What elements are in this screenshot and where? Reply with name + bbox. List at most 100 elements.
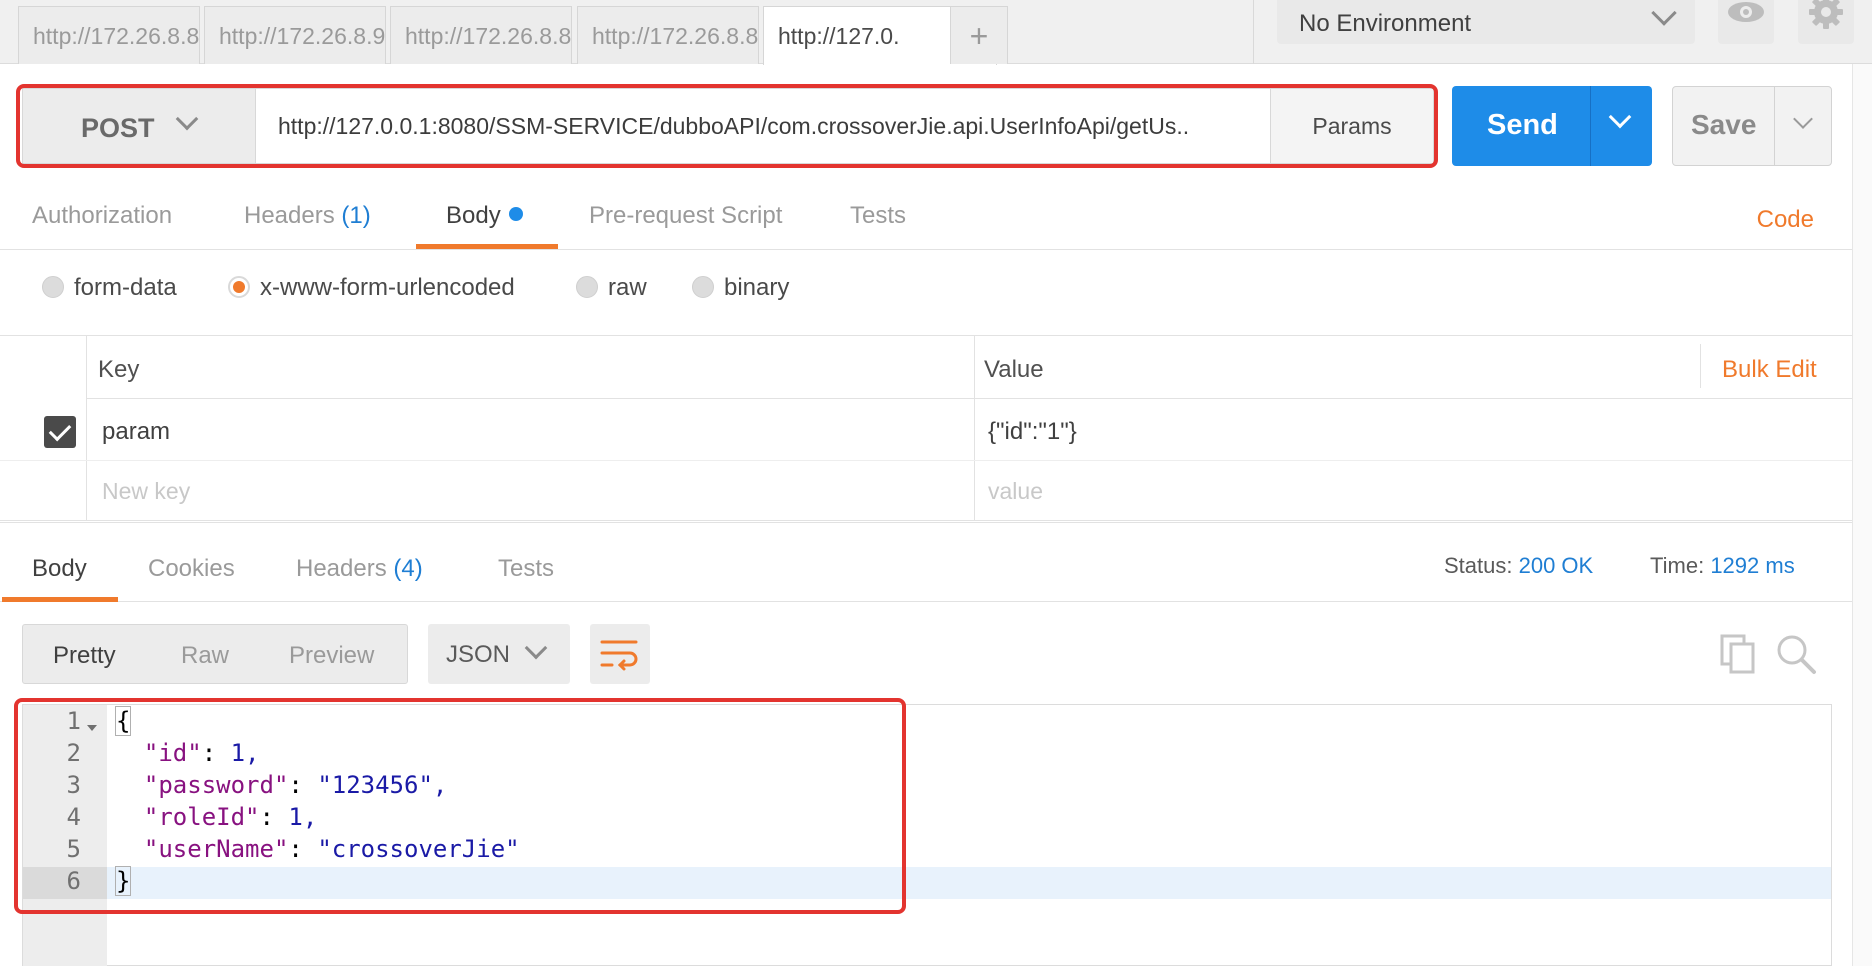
- response-time: Time: 1292 ms: [1650, 553, 1795, 579]
- divider: [86, 398, 1852, 399]
- save-button[interactable]: Save: [1672, 86, 1832, 166]
- time-label: Time:: [1650, 553, 1705, 578]
- tab-cookies[interactable]: Cookies: [148, 555, 235, 583]
- bulk-edit-link[interactable]: Bulk Edit: [1722, 356, 1817, 384]
- request-tab-label: http://172.26.8.84: [405, 23, 572, 49]
- request-tab-label: http://172.26.8.91: [219, 23, 386, 49]
- radio-icon: [42, 276, 64, 298]
- divider: [1774, 87, 1775, 165]
- key-cell-input[interactable]: param: [102, 418, 170, 446]
- count-badge: (4): [393, 555, 423, 582]
- divider: [1700, 344, 1701, 388]
- radio-raw[interactable]: raw: [576, 274, 647, 302]
- tab-body[interactable]: Body: [446, 202, 523, 230]
- status-label: Status:: [1444, 553, 1513, 578]
- row-enabled-checkbox[interactable]: [44, 416, 76, 448]
- column-header-key: Key: [98, 356, 140, 383]
- code-link[interactable]: Code: [1757, 206, 1814, 234]
- radio-icon: [576, 276, 598, 298]
- search-icon[interactable]: [1774, 632, 1818, 676]
- radio-label: raw: [608, 274, 647, 301]
- tab-label: Cookies: [148, 555, 235, 582]
- divider: [0, 460, 1852, 461]
- wrap-lines-icon: [600, 640, 638, 671]
- active-tab-indicator: [2, 597, 118, 602]
- environment-quick-look-button[interactable]: [1718, 0, 1774, 44]
- tab-label: Body: [32, 555, 87, 582]
- chevron-down-icon: [1651, 0, 1677, 26]
- view-preview-button[interactable]: Preview: [289, 642, 374, 670]
- new-value-input[interactable]: value: [988, 478, 1043, 505]
- tab-label: Authorization: [32, 202, 173, 229]
- divider: [86, 336, 87, 521]
- wrap-lines-button[interactable]: [590, 624, 650, 684]
- count-badge: (1): [341, 202, 371, 229]
- status-value: 200 OK: [1518, 553, 1594, 578]
- copy-icon[interactable]: [1720, 634, 1756, 674]
- tab-headers[interactable]: Headers (1): [244, 202, 371, 230]
- radio-binary[interactable]: binary: [692, 274, 789, 302]
- annotation-highlight-box: [16, 84, 1438, 168]
- active-tab-indicator: [416, 244, 558, 249]
- new-key-input[interactable]: New key: [102, 478, 190, 505]
- request-tab-label: http://172.26.8.83: [33, 23, 200, 49]
- tab-label: Tests: [850, 202, 907, 229]
- vertical-scrollbar[interactable]: [1852, 64, 1872, 966]
- time-value: 1292 ms: [1710, 553, 1795, 578]
- tab-response-headers[interactable]: Headers (4): [296, 555, 423, 583]
- tab-response-body[interactable]: Body: [32, 555, 87, 583]
- tab-test-results[interactable]: Tests: [498, 555, 554, 583]
- radio-label: form-data: [74, 274, 177, 301]
- save-button-label: Save: [1691, 109, 1757, 140]
- value-cell-input[interactable]: {"id":"1"}: [988, 418, 1077, 446]
- request-tab-bar: http://172.26.8.83 http://172.26.8.91 ht…: [0, 0, 1872, 65]
- chevron-down-icon[interactable]: [1608, 105, 1632, 129]
- divider: [1253, 0, 1254, 64]
- radio-icon: [692, 276, 714, 298]
- new-tab-button[interactable]: +: [950, 6, 1008, 64]
- divider: [0, 520, 1852, 521]
- tab-label: Headers: [296, 555, 387, 582]
- modified-dot-icon: [508, 207, 523, 221]
- request-tab[interactable]: http://172.26.8.91: [204, 6, 386, 64]
- request-tab[interactable]: http://172.26.8.86: [577, 6, 759, 64]
- view-pretty-button[interactable]: Pretty: [53, 642, 116, 670]
- chevron-down-icon: [524, 636, 548, 660]
- tab-pre-request-script[interactable]: Pre-request Script: [589, 202, 782, 230]
- tab-label: Headers: [244, 202, 335, 229]
- request-section-tabs: Authorization Headers (1) Body Pre-reque…: [0, 190, 1852, 250]
- annotation-highlight-box: [14, 698, 906, 914]
- radio-form-data[interactable]: form-data: [42, 274, 177, 302]
- response-section-tabs: Body Cookies Headers (4) Tests Status: 2…: [0, 522, 1852, 602]
- view-raw-button[interactable]: Raw: [181, 642, 229, 670]
- radio-label: x-www-form-urlencoded: [260, 274, 515, 301]
- format-select-value: JSON: [446, 641, 511, 668]
- chevron-down-icon[interactable]: [1793, 109, 1813, 129]
- request-tab[interactable]: http://172.26.8.83: [18, 6, 200, 64]
- settings-button[interactable]: [1798, 0, 1854, 44]
- radio-x-www-form-urlencoded[interactable]: x-www-form-urlencoded: [228, 274, 515, 302]
- divider: [974, 336, 975, 521]
- tab-tests[interactable]: Tests: [850, 202, 906, 230]
- postman-window: http://172.26.8.83 http://172.26.8.91 ht…: [0, 0, 1872, 966]
- gear-icon: [1809, 0, 1843, 29]
- eye-icon: [1728, 2, 1764, 22]
- format-select[interactable]: JSON: [428, 624, 570, 684]
- send-button-label: Send: [1487, 109, 1558, 141]
- request-tab-label: http://172.26.8.86: [592, 23, 759, 49]
- body-type-selector: form-data x-www-form-urlencoded raw bina…: [0, 250, 1852, 336]
- radio-label: binary: [724, 274, 790, 301]
- environment-select-value: No Environment: [1299, 10, 1472, 37]
- divider: [1590, 86, 1591, 166]
- request-tab[interactable]: http://172.26.8.84: [390, 6, 572, 64]
- tab-label: Pre-request Script: [589, 202, 783, 229]
- environment-select[interactable]: No Environment: [1277, 0, 1695, 44]
- response-status: Status: 200 OK: [1444, 553, 1593, 579]
- request-tab-label: http://127.0.: [778, 23, 900, 49]
- tab-label: Body: [446, 202, 501, 229]
- tab-authorization[interactable]: Authorization: [32, 202, 172, 230]
- send-button[interactable]: Send: [1452, 86, 1652, 166]
- plus-icon: +: [969, 18, 989, 54]
- view-mode-segmented-control: Pretty Raw Preview: [22, 624, 408, 684]
- column-header-value: Value: [984, 356, 1044, 383]
